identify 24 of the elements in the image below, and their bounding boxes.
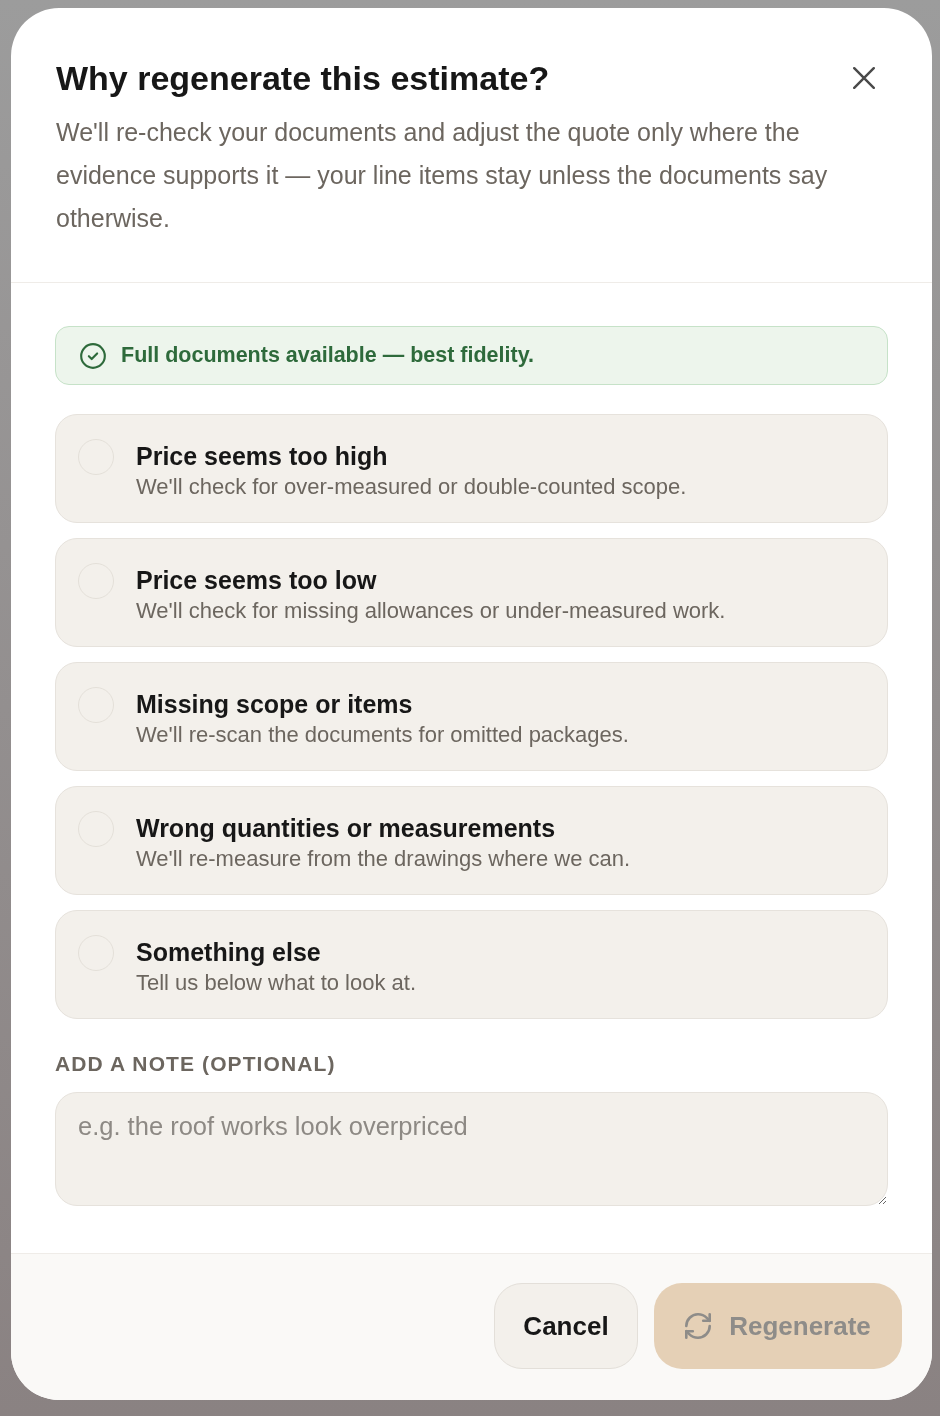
note-label: ADD A NOTE (OPTIONAL) — [55, 1052, 337, 1076]
dialog-description: We'll re-check your documents and adjust the quote only where the evidence supports it — your line items stay unless the documents say otherwise. — [56, 117, 829, 234]
option-title: Wrong quantities or measurements — [136, 813, 557, 843]
option-card[interactable]: Something else Tell us below what to look at. — [55, 910, 888, 1019]
option-title: Missing scope or items — [136, 689, 414, 719]
dialog-title: Why regenerate this estimate? — [56, 58, 550, 98]
refresh-icon — [685, 1313, 712, 1339]
option-description: We'll re-scan the documents for omitted packages. — [136, 722, 629, 748]
option-card[interactable]: Price seems too low We'll check for missing allowances or under-measured work. — [55, 538, 888, 647]
option-card[interactable]: Missing scope or items We'll re-scan the documents for omitted packages. — [55, 662, 888, 771]
option-description: We'll re-measure from the drawings where we can. — [136, 846, 631, 872]
option-card[interactable]: Price seems too high We'll check for over-measured or double-counted scope. — [55, 414, 888, 523]
banner-text: Full documents available — best fidelity. — [121, 343, 534, 368]
option-description: Tell us below what to look at. — [136, 970, 417, 996]
option-title: Something else — [136, 937, 322, 967]
option-description: We'll check for missing allowances or under-measured work. — [136, 598, 726, 624]
check-circle-icon — [80, 342, 106, 369]
option-description: We'll check for over-measured or double-counted scope. — [136, 474, 687, 500]
note-field[interactable]: e.g. the roof works look overpriced — [55, 1092, 888, 1206]
option-title: Price seems too low — [136, 565, 378, 595]
cancel-button[interactable]: Cancel — [494, 1283, 638, 1369]
option-title: Price seems too high — [136, 441, 389, 471]
close-icon[interactable] — [853, 67, 875, 89]
option-card[interactable]: Wrong quantities or measurements We'll re-measure from the drawings where we can. — [55, 786, 888, 895]
